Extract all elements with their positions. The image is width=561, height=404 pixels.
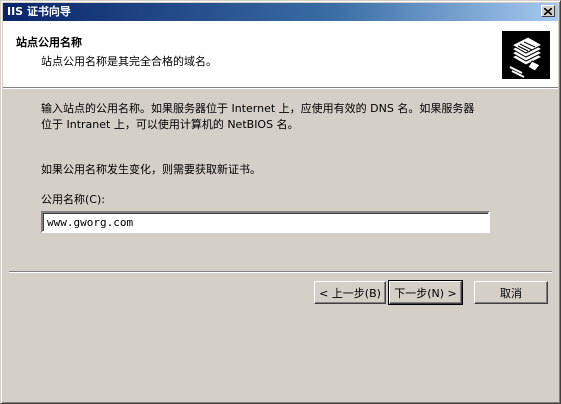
- common-name-input[interactable]: www.gworg.com: [41, 211, 490, 233]
- wizard-window: IIS 证书向导 站点公用名称 站点公用名称是其完全合格的域名。 输入站点的公用…: [0, 0, 561, 404]
- instruction-line-1: 输入站点的公用名称。如果服务器位于 Internet 上，应使用有效的 DNS …: [41, 102, 475, 115]
- window-title: IIS 证书向导: [7, 5, 71, 18]
- footer-divider: [9, 271, 552, 273]
- instruction-line-2: 位于 Intranet 上，可以使用计算机的 NetBIOS 名。: [41, 118, 299, 131]
- header-subtitle: 站点公用名称是其完全合格的域名。: [41, 55, 217, 68]
- next-button[interactable]: 下一步(N) >: [388, 280, 463, 305]
- change-note: 如果公用名称发生变化，则需要获取新证书。: [41, 163, 261, 176]
- certificate-wizard-icon: [502, 31, 550, 79]
- common-name-label: 公用名称(C):: [41, 193, 105, 206]
- header-title: 站点公用名称: [16, 36, 82, 49]
- wizard-header: 站点公用名称 站点公用名称是其完全合格的域名。: [3, 21, 558, 89]
- title-bar[interactable]: IIS 证书向导: [3, 3, 558, 21]
- close-icon: [544, 7, 552, 15]
- back-button[interactable]: < 上一步(B): [314, 281, 386, 304]
- cancel-button[interactable]: 取消: [474, 281, 548, 304]
- close-button[interactable]: [541, 5, 555, 17]
